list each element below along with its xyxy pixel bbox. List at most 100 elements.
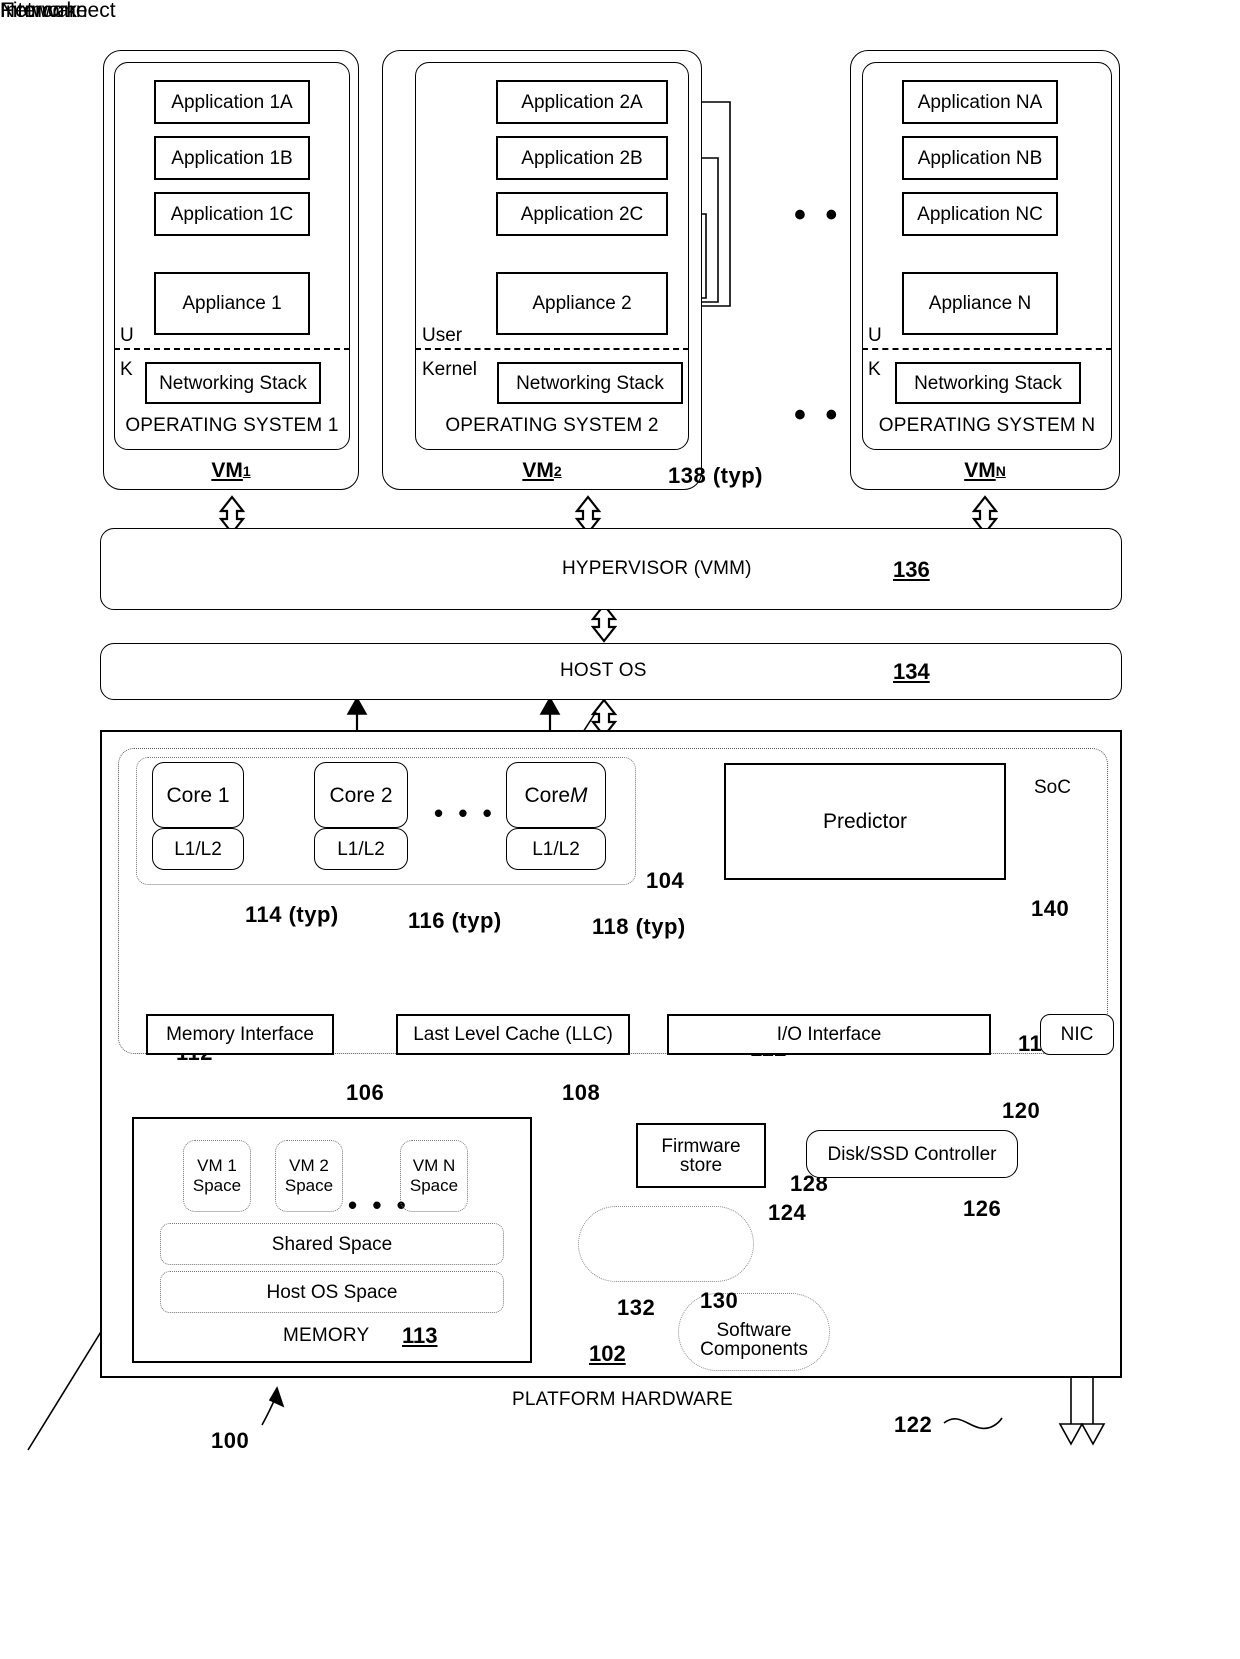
core-1[interactable]: Core 1 [152, 762, 244, 828]
network-label: Network [0, 0, 78, 22]
firmware-store-line2: store [679, 1154, 723, 1176]
ref-140-label: 140 [1031, 896, 1070, 921]
last-level-cache-label: Last Level Cache (LLC) [413, 1024, 613, 1045]
ref-108-label: 108 [562, 1080, 601, 1105]
vm-1-kernel-label: K [120, 359, 133, 380]
nic[interactable]: NIC [1040, 1014, 1114, 1055]
vm-n-app-na[interactable]: Application NA [902, 80, 1058, 124]
vm-1-app-1b-label: Application 1B [171, 147, 293, 169]
memory-ref: 113 [402, 1323, 438, 1348]
vm-n-appliance[interactable]: Appliance N [902, 272, 1058, 335]
ref-106-label: 106 [346, 1080, 385, 1105]
vm-1-app-1a[interactable]: Application 1A [154, 80, 310, 124]
core-m-index: M [570, 783, 588, 807]
vm-2-networking-stack[interactable]: Networking Stack [497, 362, 683, 404]
vm-1-networking-stack-label: Networking Stack [159, 372, 307, 394]
memory-vm-2-space: VM 2 Space [275, 1140, 343, 1212]
ref-132-label: 132 [617, 1295, 656, 1320]
core-2[interactable]: Core 2 [314, 762, 408, 828]
software-components-label: Software Components [678, 1315, 830, 1365]
core-ellipsis: • • • [434, 798, 496, 828]
ref-118-label: 118 (typ) [592, 914, 686, 939]
last-level-cache[interactable]: Last Level Cache (LLC) [396, 1014, 630, 1055]
firmware-cloud [578, 1206, 754, 1282]
disk-ssd-controller[interactable]: Disk/SSD Controller [806, 1130, 1018, 1178]
vm-2-app-2a[interactable]: Application 2A [496, 80, 668, 124]
core-2-cache[interactable]: L1/L2 [314, 828, 408, 870]
soc-label: SoC [1034, 777, 1071, 798]
vm-1-user-kernel-divider [114, 348, 350, 350]
memory-vm-2-space-line2: Space [284, 1176, 334, 1195]
vm-2-app-2b[interactable]: Application 2B [496, 136, 668, 180]
ref-120-label: 120 [1002, 1098, 1041, 1123]
host-os-ref: 134 [893, 659, 930, 684]
vm-2-vm-label: VM 2 [522, 459, 562, 482]
ref-126-label: 126 [963, 1196, 1002, 1221]
ref-130-label: 130 [700, 1288, 739, 1313]
predictor[interactable]: Predictor [724, 763, 1006, 880]
vm-1-app-1b[interactable]: Application 1B [154, 136, 310, 180]
vm-2-app-2a-label: Application 2A [521, 91, 643, 113]
memory-vm-n-space-line2: Space [409, 1176, 459, 1195]
vm-2-networking-stack-label: Networking Stack [516, 372, 664, 394]
memory-shared-space: Shared Space [160, 1223, 504, 1265]
memory-title: MEMORY [283, 1325, 370, 1346]
vm-2-app-2c-label: Application 2C [520, 203, 644, 225]
vm-2-appliance-label: Appliance 2 [532, 293, 632, 314]
vm-2-app-2b-label: Application 2B [521, 147, 643, 169]
hypervisor-label: HYPERVISOR (VMM) [562, 558, 752, 579]
core-2-cache-label: L1/L2 [337, 838, 385, 860]
core-m-label: Core [524, 783, 571, 807]
core-1-cache[interactable]: L1/L2 [152, 828, 244, 870]
memory-vm-1-space-line2: Space [192, 1176, 242, 1195]
memory-vm-2-space-line1: VM 2 [289, 1156, 329, 1175]
ref-100-label: 100 [211, 1428, 250, 1453]
vm-n-vm-label: VM N [964, 459, 1006, 482]
vm-n-app-nc-label: Application NC [917, 203, 1043, 225]
memory-vm-1-space-line1: VM 1 [197, 1156, 237, 1175]
vm-n-app-nb[interactable]: Application NB [902, 136, 1058, 180]
memory-host-os-space: Host OS Space [160, 1271, 504, 1313]
vm-2-user-kernel-divider [415, 348, 689, 350]
memory-interface[interactable]: Memory Interface [146, 1014, 334, 1055]
vm-1-appliance-label: Appliance 1 [182, 293, 282, 314]
firmware-store-line1: Firmware [661, 1135, 741, 1157]
vm-n-app-na-label: Application NA [917, 91, 1043, 113]
predictor-label: Predictor [822, 810, 908, 833]
vm-2-user-label: User [422, 325, 463, 346]
vm-1-app-1c-label: Application 1C [170, 203, 294, 225]
vm-2-app-2c[interactable]: Application 2C [496, 192, 668, 236]
nic-label: NIC [1060, 1024, 1094, 1045]
vm-1-app-1c[interactable]: Application 1C [154, 192, 310, 236]
hypervisor-ref: 136 [893, 557, 930, 582]
host-os-label: HOST OS [560, 660, 647, 681]
vm-2-kernel-label: Kernel [422, 359, 477, 380]
io-interface-label: I/O Interface [776, 1024, 882, 1045]
disk-ssd-controller-label: Disk/SSD Controller [827, 1143, 997, 1165]
vm-n-kernel-label: K [868, 359, 881, 380]
memory-vm-n-space-line1: VM N [412, 1156, 456, 1175]
ref-104-label: 104 [646, 868, 685, 893]
platform-hardware-label: PLATFORM HARDWARE [512, 1389, 733, 1410]
vm-2-appliance[interactable]: Appliance 2 [496, 272, 668, 335]
vm-2-os-label: OPERATING SYSTEM 2 [445, 415, 659, 436]
vm-n-app-nb-label: Application NB [917, 147, 1043, 169]
vm-n-user-kernel-divider [862, 348, 1112, 350]
ref-122-label: 122 [894, 1412, 933, 1437]
vm-1-user-label: U [120, 325, 134, 346]
vm-1-appliance[interactable]: Appliance 1 [154, 272, 310, 335]
ref-114-label: 114 (typ) [245, 902, 339, 927]
core-1-cache-label: L1/L2 [174, 838, 222, 860]
vm-1-vm-label: VM 1 [211, 459, 251, 482]
vm-n-app-nc[interactable]: Application NC [902, 192, 1058, 236]
vm-n-os-label: OPERATING SYSTEM N [878, 415, 1096, 436]
firmware-store[interactable]: Firmware store [636, 1123, 766, 1188]
core-m-cache[interactable]: L1/L2 [506, 828, 606, 870]
vm-n-networking-stack[interactable]: Networking Stack [895, 362, 1081, 404]
ref-124-label: 124 [768, 1200, 807, 1225]
vm-1-networking-stack[interactable]: Networking Stack [145, 362, 321, 404]
core-m-cache-label: L1/L2 [532, 838, 580, 860]
vm-n-networking-stack-label: Networking Stack [914, 372, 1062, 394]
io-interface[interactable]: I/O Interface [667, 1014, 991, 1055]
core-m[interactable]: Core M [506, 762, 606, 828]
